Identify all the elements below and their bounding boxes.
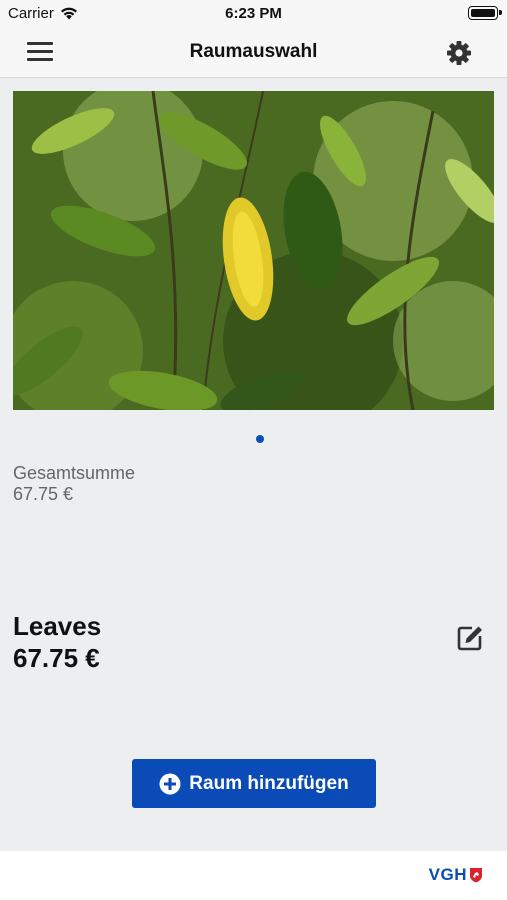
footer: VGH [0, 851, 507, 900]
status-bar: Carrier 6:23 PM [0, 0, 507, 28]
vgh-logo: VGH [429, 865, 483, 885]
edit-room-button[interactable] [456, 624, 484, 652]
status-time: 6:23 PM [225, 5, 282, 22]
add-room-button[interactable]: Raum hinzufügen [132, 759, 376, 808]
room-value: 67.75 € [13, 643, 100, 673]
settings-button[interactable] [445, 39, 473, 67]
gear-icon [447, 41, 471, 65]
horse-shield-icon [470, 868, 482, 883]
room-name: Leaves [13, 611, 102, 641]
plus-circle-icon [159, 773, 181, 794]
page-title: Raumauswahl [189, 41, 318, 62]
edit-icon [457, 626, 482, 651]
total-sum-value: 67.75 € [13, 484, 74, 504]
page-indicator-dot[interactable] [256, 435, 264, 443]
room-photo[interactable] [13, 91, 494, 410]
total-sum-label: Gesamtsumme [13, 463, 136, 483]
add-room-label: Raum hinzufügen [189, 772, 349, 794]
leaves-photo-image [13, 91, 494, 410]
logo-text: VGH [428, 865, 467, 884]
battery-icon [468, 6, 502, 20]
navigation-bar: Raumauswahl [0, 28, 507, 78]
